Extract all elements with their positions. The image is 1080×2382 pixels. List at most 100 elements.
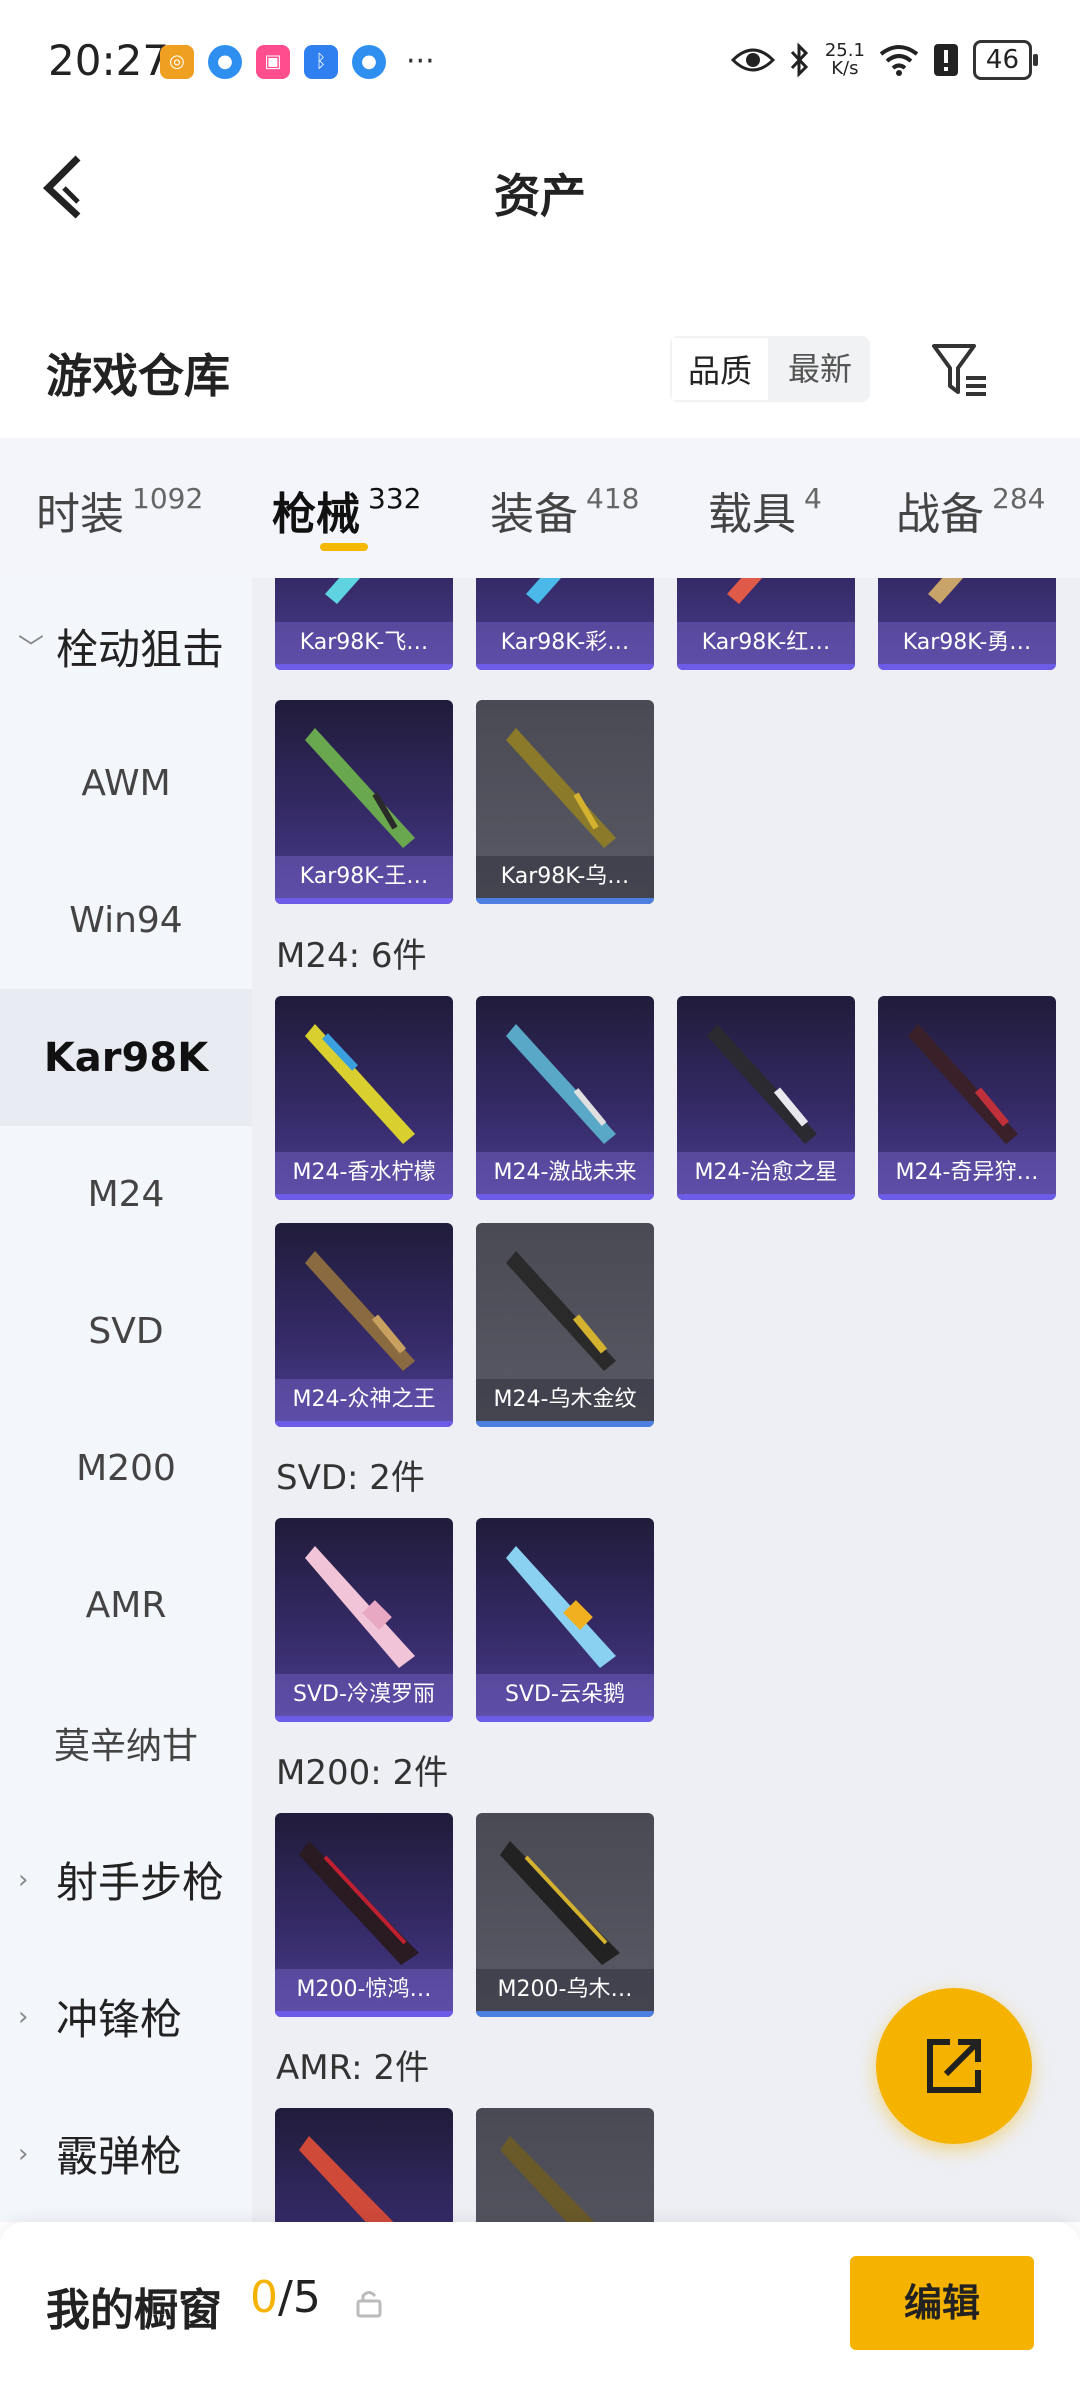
skin-card[interactable]: M200-惊鸿… bbox=[275, 1813, 453, 2017]
skin-card[interactable]: SVD-冷漠罗丽 bbox=[275, 1518, 453, 1722]
rarity-bar bbox=[275, 2011, 453, 2017]
skin-card[interactable]: M24-治愈之星 bbox=[677, 996, 855, 1200]
tab-firearms[interactable]: 枪械 332 bbox=[272, 478, 421, 542]
skin-name: M24-治愈之星 bbox=[677, 1152, 855, 1194]
rarity-bar bbox=[677, 664, 855, 670]
edit-button[interactable]: 编辑 bbox=[850, 2256, 1034, 2350]
share-fab-button[interactable] bbox=[876, 1988, 1032, 2144]
skin-card[interactable]: M24-乌木金纹 bbox=[476, 1223, 654, 1427]
skin-card[interactable] bbox=[476, 2108, 654, 2222]
rarity-bar bbox=[476, 664, 654, 670]
sidebar-group-bolt-action[interactable]: ﹀ 栓动狙击 bbox=[0, 578, 252, 715]
rifle-skin-icon bbox=[506, 728, 616, 848]
bluetooth-app-icon: ᛒ bbox=[304, 44, 338, 79]
rarity-bar bbox=[476, 2011, 654, 2017]
skin-card[interactable]: M24-激战未来 bbox=[476, 996, 654, 1200]
rarity-bar bbox=[878, 1194, 1056, 1200]
skin-card[interactable]: M24-香水柠檬 bbox=[275, 996, 453, 1200]
skin-card[interactable]: Kar98K-王… bbox=[275, 700, 453, 904]
sidebar-item-m200[interactable]: M200 bbox=[0, 1400, 252, 1537]
skin-card[interactable]: M24-众神之王 bbox=[275, 1223, 453, 1427]
sort-toggle: 品质 最新 bbox=[670, 336, 870, 402]
skin-name: M24-香水柠檬 bbox=[275, 1152, 453, 1194]
sidebar-item-label: 冲锋枪 bbox=[56, 1995, 183, 2044]
filter-icon bbox=[932, 344, 986, 396]
tab-count: 4 bbox=[804, 482, 822, 515]
sidebar-item-kar98k[interactable]: Kar98K bbox=[0, 989, 252, 1126]
weapon-skin-grid: Kar98K-飞… Kar98K-彩… Kar98K-红… Kar98K-勇… … bbox=[252, 578, 1080, 2222]
sidebar-item-label: AMR bbox=[85, 1585, 167, 1626]
skin-name: M200-惊鸿… bbox=[275, 1969, 453, 2011]
status-bar: 20:27 ◎ ● ▣ ᛒ ● ··· 25.1 K/s 46 bbox=[0, 0, 1080, 124]
sidebar-item-win94[interactable]: Win94 bbox=[0, 852, 252, 989]
app-notification-icon: ◎ bbox=[160, 44, 194, 79]
tab-vehicles[interactable]: 载具 4 bbox=[708, 478, 822, 542]
tab-count: 284 bbox=[992, 482, 1046, 515]
skin-name: M24-乌木金纹 bbox=[476, 1379, 654, 1421]
sidebar-item-label: SVD bbox=[88, 1311, 164, 1352]
sidebar-item-awm[interactable]: AWM bbox=[0, 715, 252, 852]
tab-supplies[interactable]: 战备 284 bbox=[896, 478, 1045, 542]
rarity-bar bbox=[275, 1194, 453, 1200]
skin-card[interactable]: Kar98K-飞… bbox=[275, 578, 453, 670]
status-time: 20:27 bbox=[48, 36, 170, 85]
bluetooth-icon bbox=[790, 43, 808, 77]
rarity-bar bbox=[677, 1194, 855, 1200]
rarity-bar bbox=[275, 1421, 453, 1427]
rifle-skin-icon bbox=[908, 1024, 1018, 1144]
skin-name: SVD-冷漠罗丽 bbox=[275, 1674, 453, 1716]
tab-fashion[interactable]: 时装 1092 bbox=[36, 478, 203, 542]
skin-card[interactable]: M200-乌木… bbox=[476, 1813, 654, 2017]
rarity-bar bbox=[476, 1421, 654, 1427]
tab-label: 战备 bbox=[896, 489, 984, 540]
rarity-bar bbox=[275, 1716, 453, 1722]
sort-quality-option[interactable]: 品质 bbox=[670, 336, 770, 402]
rarity-bar bbox=[476, 1194, 654, 1200]
sidebar-group-marksman[interactable]: › 射手步枪 bbox=[0, 1811, 252, 1948]
sidebar-group-shotgun[interactable]: › 霰弹枪 bbox=[0, 2085, 252, 2222]
rarity-bar bbox=[878, 664, 1056, 670]
sidebar-item-label: 莫辛纳甘 bbox=[53, 1725, 198, 1767]
skin-name: Kar98K-勇… bbox=[878, 622, 1056, 664]
skin-card[interactable]: SVD-云朵鹅 bbox=[476, 1518, 654, 1722]
tab-label: 时装 bbox=[36, 489, 124, 540]
chevron-right-icon: › bbox=[18, 2001, 29, 2032]
sidebar-item-label: 霰弹枪 bbox=[56, 2132, 183, 2181]
skin-name: Kar98K-红… bbox=[677, 622, 855, 664]
sidebar-item-label: M24 bbox=[87, 1174, 165, 1215]
sidebar-item-mosin-nagant[interactable]: 莫辛纳甘 bbox=[0, 1674, 252, 1811]
net-speed: 25.1 K/s bbox=[825, 42, 865, 78]
app-notification-icon: ▣ bbox=[256, 44, 290, 79]
skin-card[interactable]: Kar98K-红… bbox=[677, 578, 855, 670]
sidebar-item-amr[interactable]: AMR bbox=[0, 1537, 252, 1674]
skin-card[interactable]: Kar98K-勇… bbox=[878, 578, 1056, 670]
skin-name: M24-众神之王 bbox=[275, 1379, 453, 1421]
tab-equipment[interactable]: 装备 418 bbox=[490, 478, 639, 542]
app-notification-icon: ● bbox=[352, 44, 386, 79]
skin-name: M24-激战未来 bbox=[476, 1152, 654, 1194]
skin-card[interactable] bbox=[275, 2108, 453, 2222]
skin-card[interactable]: Kar98K-彩… bbox=[476, 578, 654, 670]
top-navigation-bar: 资产 bbox=[0, 124, 1080, 254]
lock-icon bbox=[356, 2291, 382, 2318]
tab-count: 332 bbox=[368, 482, 422, 515]
tab-label: 载具 bbox=[708, 489, 796, 540]
sidebar-item-m24[interactable]: M24 bbox=[0, 1126, 252, 1263]
skin-name: M24-奇异狩… bbox=[878, 1152, 1056, 1194]
chevron-down-icon: ﹀ bbox=[18, 634, 45, 664]
status-right: 25.1 K/s 46 bbox=[730, 40, 1039, 80]
skin-card[interactable]: M24-奇异狩… bbox=[878, 996, 1056, 1200]
status-app-icons: ◎ ● ▣ ᛒ ● ··· bbox=[160, 44, 435, 79]
sort-newest-option[interactable]: 最新 bbox=[770, 336, 870, 402]
warehouse-header: 游戏仓库 品质 最新 bbox=[0, 300, 1080, 440]
filter-button[interactable] bbox=[930, 340, 990, 400]
chevron-right-icon: › bbox=[18, 1864, 29, 1895]
tab-label: 枪械 bbox=[272, 489, 360, 540]
rifle-skin-icon bbox=[506, 1251, 616, 1371]
showcase-total: /5 bbox=[278, 2272, 321, 2323]
sidebar-group-smg[interactable]: › 冲锋枪 bbox=[0, 1948, 252, 2085]
alert-icon bbox=[933, 44, 958, 76]
rifle-skin-icon bbox=[500, 1841, 620, 1965]
sidebar-item-svd[interactable]: SVD bbox=[0, 1263, 252, 1400]
skin-card[interactable]: Kar98K-乌… bbox=[476, 700, 654, 904]
